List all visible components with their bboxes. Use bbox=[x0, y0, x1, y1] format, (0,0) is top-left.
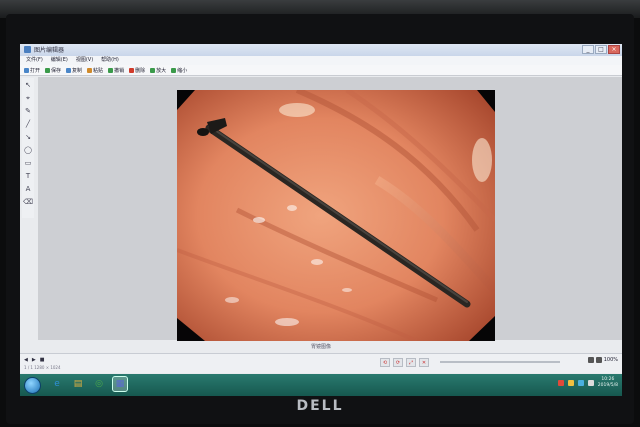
start-button[interactable] bbox=[24, 377, 41, 394]
dell-logo: DELL bbox=[296, 398, 344, 414]
endoscopy-photo bbox=[177, 90, 495, 341]
seek-bar[interactable] bbox=[440, 361, 560, 363]
minimize-button[interactable]: _ bbox=[582, 45, 594, 54]
palette-tool-6[interactable]: ▭ bbox=[25, 159, 32, 167]
system-tray: 10:26 2019/5/8 bbox=[557, 377, 618, 389]
toolbar-item-7[interactable]: 缩小 bbox=[171, 67, 187, 74]
palette-tool-3[interactable]: ╱ bbox=[26, 120, 30, 128]
rotate-left-button[interactable]: ⟲ bbox=[380, 358, 390, 367]
zoom-in-icon[interactable] bbox=[595, 357, 602, 363]
tray-icon-3[interactable] bbox=[577, 380, 584, 386]
toolbar-item-4[interactable]: 撤销 bbox=[108, 67, 124, 74]
toolbar-item-icon bbox=[45, 67, 51, 73]
toolbar-item-2[interactable]: 复制 bbox=[66, 67, 82, 74]
toolbar-item-icon bbox=[129, 67, 135, 73]
toolbar-item-label: 打开 bbox=[30, 67, 41, 74]
toolbar-item-icon bbox=[66, 67, 72, 73]
screen: 图片编辑器 _ □ × 文件(F) 编辑(E) 视图(V) 帮助(H) 打开 保存… bbox=[20, 44, 622, 396]
menu-help[interactable]: 帮助(H) bbox=[101, 56, 119, 65]
palette-tool-5[interactable]: ◯ bbox=[24, 146, 32, 154]
toolbar: 打开 保存 复制 粘贴 撤销 删除 放大 缩小 bbox=[20, 65, 622, 76]
toolbar-item-1[interactable]: 保存 bbox=[45, 67, 61, 74]
taskbar: e ▤ ◎ ▦ 10:26 2019/5/8 bbox=[20, 374, 622, 396]
prev-button[interactable]: ◀ bbox=[24, 357, 28, 363]
palette-tool-9[interactable]: ⌫ bbox=[23, 198, 33, 206]
fit-button[interactable]: ⤢ bbox=[406, 358, 416, 367]
toolbar-item-label: 放大 bbox=[156, 67, 167, 74]
toolbar-item-0[interactable]: 打开 bbox=[24, 67, 40, 74]
palette-tool-4[interactable]: ↘ bbox=[25, 133, 31, 141]
status-bar: ◀ ▶ ■ 1 / 1 1280 × 1024 ⟲ ⟳ ⤢ ✕ 100% bbox=[20, 353, 622, 373]
toolbar-item-icon bbox=[150, 67, 156, 73]
image-actions: ⟲ ⟳ ⤢ ✕ bbox=[380, 358, 429, 367]
close-button[interactable]: × bbox=[608, 45, 620, 54]
zoom-out-icon[interactable] bbox=[587, 357, 594, 363]
palette-tool-0[interactable]: ↖ bbox=[25, 81, 31, 89]
tray-icon-4[interactable] bbox=[587, 380, 594, 386]
taskbar-app-0[interactable]: e bbox=[50, 377, 64, 391]
tool-palette: ↖ ⌖ ✎ ╱ ↘ ◯ ▭ T A ⌫ bbox=[22, 78, 34, 218]
toolbar-item-icon bbox=[108, 67, 114, 73]
toolbar-item-icon bbox=[171, 67, 177, 73]
stop-button[interactable]: ■ bbox=[40, 357, 45, 363]
playback-controls: ◀ ▶ ■ bbox=[24, 357, 44, 363]
toolbar-item-label: 粘贴 bbox=[93, 67, 104, 74]
toolbar-item-icon bbox=[87, 67, 93, 73]
menu-bar: 文件(F) 编辑(E) 视图(V) 帮助(H) bbox=[20, 56, 622, 65]
palette-tool-2[interactable]: ✎ bbox=[25, 107, 31, 115]
taskbar-app-1[interactable]: ▤ bbox=[71, 377, 85, 391]
toolbar-item-icon bbox=[24, 67, 29, 73]
app-icon bbox=[24, 46, 31, 53]
toolbar-item-label: 复制 bbox=[72, 67, 83, 74]
image-canvas[interactable] bbox=[38, 77, 622, 341]
menu-view[interactable]: 视图(V) bbox=[76, 56, 93, 65]
toolbar-item-label: 删除 bbox=[135, 67, 146, 74]
menu-edit[interactable]: 编辑(E) bbox=[51, 56, 68, 65]
clock[interactable]: 10:26 2019/5/8 bbox=[598, 377, 618, 389]
zoom-controls: 100% bbox=[587, 357, 618, 363]
palette-tool-1[interactable]: ⌖ bbox=[26, 94, 30, 102]
taskbar-apps: e ▤ ◎ ▦ bbox=[50, 376, 128, 392]
window-controls: _ □ × bbox=[582, 45, 620, 54]
toolbar-item-5[interactable]: 删除 bbox=[129, 67, 145, 74]
toolbar-item-label: 保存 bbox=[51, 67, 62, 74]
rotate-right-button[interactable]: ⟳ bbox=[393, 358, 403, 367]
image-caption: 胃镜图像 bbox=[310, 344, 331, 350]
image-info: 1 / 1 1280 × 1024 bbox=[24, 365, 61, 370]
window-title: 图片编辑器 bbox=[34, 47, 65, 54]
menu-file[interactable]: 文件(F) bbox=[26, 56, 43, 65]
toolbar-item-label: 缩小 bbox=[177, 67, 188, 74]
tray-icon-1[interactable] bbox=[557, 380, 564, 386]
clock-date: 2019/5/8 bbox=[597, 383, 618, 388]
delete-button[interactable]: ✕ bbox=[419, 358, 429, 367]
palette-tool-8[interactable]: A bbox=[26, 185, 31, 193]
toolbar-item-3[interactable]: 粘贴 bbox=[87, 67, 103, 74]
toolbar-item-6[interactable]: 放大 bbox=[150, 67, 166, 74]
maximize-button[interactable]: □ bbox=[595, 45, 607, 54]
next-button[interactable]: ▶ bbox=[32, 357, 36, 363]
endoscopy-image bbox=[177, 90, 495, 341]
zoom-level: 100% bbox=[603, 357, 618, 363]
tray-icon-2[interactable] bbox=[567, 380, 574, 386]
palette-tool-7[interactable]: T bbox=[26, 172, 30, 180]
toolbar-item-label: 撤销 bbox=[114, 67, 125, 74]
taskbar-app-2[interactable]: ◎ bbox=[92, 377, 106, 391]
taskbar-app-3[interactable]: ▦ bbox=[112, 376, 128, 392]
